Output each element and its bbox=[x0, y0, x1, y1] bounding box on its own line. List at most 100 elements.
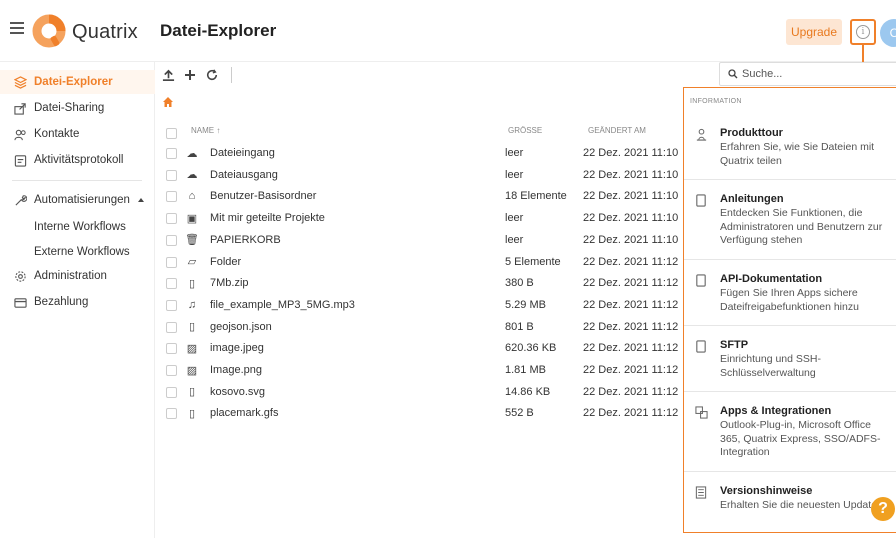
file-name[interactable]: image.jpeg bbox=[210, 342, 264, 354]
table-row[interactable]: ▯ geojson.json 801 B 22 Dez. 2021 11:12 bbox=[162, 317, 682, 339]
table-row[interactable]: ▨ Image.png 1.81 MB 22 Dez. 2021 11:12 bbox=[162, 360, 682, 382]
table-row[interactable]: ▣ Mit mir geteilte Projekte leer 22 Dez. 20… bbox=[162, 208, 682, 230]
table-row[interactable]: ▯ 7Mb.zip 380 B 22 Dez. 2021 11:12 bbox=[162, 273, 682, 295]
row-checkbox[interactable] bbox=[166, 169, 177, 181]
column-header-changed[interactable]: GEÄNDERT AM bbox=[588, 126, 646, 135]
audio-file-icon: ♫ bbox=[187, 298, 197, 311]
info-item-api-dokumentation[interactable]: API-Dokumentation Fügen Sie Ihren Apps s… bbox=[684, 260, 896, 326]
file-name[interactable]: Benutzer-Basisordner bbox=[210, 190, 316, 202]
sidebar-item-bezahlung[interactable]: Bezahlung bbox=[0, 290, 155, 314]
sidebar-item-datei-explorer[interactable]: Datei-Explorer bbox=[0, 70, 155, 94]
help-button[interactable]: ? bbox=[871, 497, 895, 521]
row-checkbox[interactable] bbox=[166, 408, 177, 420]
row-checkbox[interactable] bbox=[166, 365, 177, 376]
avatar[interactable]: C bbox=[880, 19, 896, 47]
file-name[interactable]: placemark.gfs bbox=[210, 407, 278, 419]
row-checkbox[interactable] bbox=[166, 234, 177, 246]
file-name[interactable]: Dateiausgang bbox=[210, 169, 278, 181]
file-name[interactable]: file_example_MP3_5MG.mp3 bbox=[210, 299, 355, 311]
sidebar-item-administration[interactable]: Administration bbox=[0, 264, 155, 288]
sidebar-divider bbox=[12, 180, 142, 181]
file-name[interactable]: geojson.json bbox=[210, 321, 272, 333]
row-checkbox[interactable] bbox=[166, 278, 177, 290]
add-icon[interactable] bbox=[183, 68, 197, 82]
sidebar-item-aktivitaetsprotokoll[interactable]: Aktivitätsprotokoll bbox=[0, 148, 155, 172]
brand-name: Quatrix bbox=[72, 21, 138, 43]
share-icon bbox=[12, 100, 28, 116]
search-box[interactable] bbox=[719, 62, 896, 86]
sidebar-item-label: Bezahlung bbox=[34, 296, 89, 308]
row-checkbox[interactable] bbox=[166, 386, 177, 398]
row-checkbox[interactable] bbox=[166, 256, 177, 268]
upgrade-button[interactable]: Upgrade bbox=[786, 19, 842, 45]
table-row[interactable]: ▱ Folder 5 Elemente 22 Dez. 2021 11:12 bbox=[162, 252, 682, 274]
cloud-upload-icon: ☁ bbox=[186, 147, 198, 160]
sidebar-item-externe-workflows[interactable]: Externe Workflows bbox=[34, 246, 130, 258]
table-row[interactable]: ▯ placemark.gfs 552 B 22 Dez. 2021 11:12 bbox=[162, 403, 682, 420]
row-checkbox[interactable] bbox=[166, 213, 177, 225]
column-header-name[interactable]: NAME ↑ bbox=[191, 126, 220, 135]
file-name[interactable]: PAPIERKORB bbox=[210, 234, 281, 246]
image-file-icon: ▨ bbox=[186, 342, 198, 355]
refresh-icon[interactable] bbox=[205, 68, 219, 82]
table-row[interactable]: ▯ kosovo.svg 14.86 KB 22 Dez. 2021 11:12 bbox=[162, 382, 682, 404]
table-row[interactable]: ♫ file_example_MP3_5MG.mp3 5.29 MB 22 Dez. … bbox=[162, 295, 682, 317]
file-name[interactable]: Folder bbox=[210, 256, 241, 268]
row-checkbox[interactable] bbox=[166, 343, 177, 355]
file-date: 22 Dez. 2021 11:10 bbox=[583, 147, 679, 159]
table-row[interactable]: 🗑 PAPIERKORB leer 22 Dez. 2021 11:10 bbox=[162, 230, 682, 252]
info-item-desc: Erfahren Sie, wie Sie Dateien mit Quatri… bbox=[720, 141, 875, 167]
file-size: 801 B bbox=[505, 320, 534, 333]
info-item-title: Anleitungen bbox=[720, 193, 784, 205]
sidebar-item-automatisierungen[interactable]: Automatisierungen bbox=[0, 188, 155, 212]
info-item-apps-integrationen[interactable]: Apps & Integrationen Outlook-Plug-in, Mi… bbox=[684, 392, 896, 472]
file-size: 14.86 KB bbox=[505, 385, 551, 398]
home-folder-icon: ⌂ bbox=[188, 190, 196, 203]
info-item-title: Versionshinweise bbox=[720, 485, 813, 497]
table-row[interactable]: ▨ image.jpeg 620.36 KB 22 Dez. 2021 11:12 bbox=[162, 338, 682, 360]
select-all-checkbox[interactable] bbox=[166, 128, 177, 139]
file-name[interactable]: Dateieingang bbox=[210, 147, 275, 159]
file-name[interactable]: Image.png bbox=[210, 364, 262, 376]
info-button[interactable]: i bbox=[850, 19, 876, 45]
file-name[interactable]: 7Mb.zip bbox=[210, 277, 249, 289]
file-size: 380 B bbox=[505, 277, 534, 290]
sidebar-item-kontakte[interactable]: Kontakte bbox=[0, 122, 155, 146]
row-checkbox[interactable] bbox=[166, 191, 177, 203]
file-size: 5.29 MB bbox=[505, 298, 546, 311]
sidebar-item-datei-sharing[interactable]: Datei-Sharing bbox=[0, 96, 155, 120]
sidebar-item-label: Datei-Sharing bbox=[34, 102, 105, 114]
info-item-sftp[interactable]: SFTP Einrichtung und SSH-Schlüsselverwal… bbox=[684, 326, 896, 392]
search-input[interactable] bbox=[742, 68, 872, 80]
file-size: 620.36 KB bbox=[505, 342, 557, 355]
row-checkbox[interactable] bbox=[166, 148, 177, 159]
menu-icon[interactable] bbox=[10, 22, 24, 34]
file-name[interactable]: Mit mir geteilte Projekte bbox=[210, 212, 325, 224]
page-title: Datei-Explorer bbox=[160, 21, 277, 40]
info-item-produkttour[interactable]: Produkttour Erfahren Sie, wie Sie Dateie… bbox=[684, 116, 896, 180]
info-item-versionshinweise[interactable]: Versionshinweise Erhalten Sie die neuest… bbox=[684, 472, 896, 532]
book-icon bbox=[694, 193, 708, 207]
shared-folder-icon: ▣ bbox=[186, 212, 198, 225]
file-date: 22 Dez. 2021 11:12 bbox=[583, 364, 679, 376]
row-checkbox[interactable] bbox=[166, 299, 177, 311]
info-icon: i bbox=[856, 25, 870, 39]
upload-icon[interactable] bbox=[161, 68, 175, 82]
toolbar-separator bbox=[231, 67, 232, 83]
sidebar-item-interne-workflows[interactable]: Interne Workflows bbox=[34, 221, 126, 233]
file-date: 22 Dez. 2021 11:10 bbox=[583, 212, 679, 225]
row-checkbox[interactable] bbox=[166, 321, 177, 333]
table-row[interactable]: ☁ Dateiausgang leer 22 Dez. 2021 11:10 bbox=[162, 165, 682, 187]
table-row[interactable]: ⌂ Benutzer-Basisordner 18 Elemente 22 Dez. … bbox=[162, 186, 682, 208]
table-row[interactable]: ☁ Dateieingang leer 22 Dez. 2021 11:10 bbox=[162, 143, 682, 165]
info-item-desc: Outlook-Plug-in, Microsoft Office 365, Q… bbox=[720, 419, 881, 458]
card-icon bbox=[12, 294, 28, 310]
contacts-icon bbox=[12, 126, 28, 142]
zip-file-icon: ▯ bbox=[188, 277, 196, 290]
file-name[interactable]: kosovo.svg bbox=[210, 386, 265, 398]
file-date: 22 Dez. 2021 11:12 bbox=[583, 342, 679, 355]
info-item-anleitungen[interactable]: Anleitungen Entdecken Sie Funktionen, di… bbox=[684, 180, 896, 260]
file-date: 22 Dez. 2021 11:12 bbox=[583, 298, 679, 311]
column-header-size[interactable]: GRÖSSE bbox=[508, 126, 542, 135]
home-icon[interactable] bbox=[162, 96, 174, 108]
